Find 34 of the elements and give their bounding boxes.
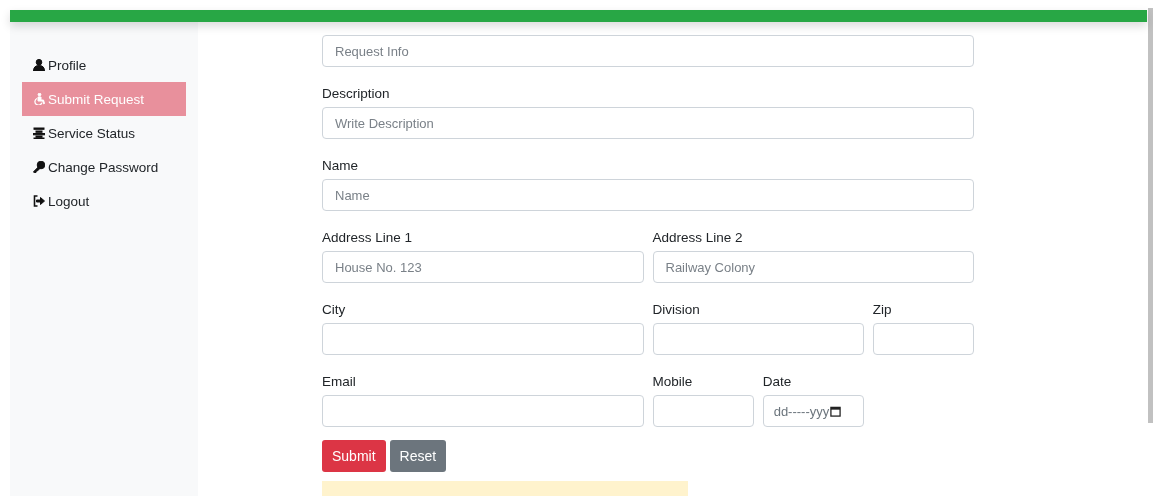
user-icon (33, 59, 45, 71)
field-label: Mobile (652, 373, 694, 391)
input-field[interactable] (872, 323, 974, 355)
field-label: Description (322, 85, 391, 103)
field-label: City (322, 301, 347, 319)
scrollbar[interactable] (1148, 8, 1153, 423)
logout-icon (33, 195, 45, 207)
input-field[interactable]: Request Info (322, 35, 974, 67)
input-field[interactable]: Railway Colony (652, 251, 974, 283)
input-field[interactable]: Name (322, 179, 974, 211)
field-label: Division (652, 301, 701, 319)
sidebar-item[interactable]: Logout (22, 184, 186, 218)
sidebar-item[interactable]: Profile (22, 48, 186, 82)
field-label: Zip (872, 301, 893, 319)
form-button[interactable]: Reset (389, 440, 447, 472)
wheelchair-icon (33, 93, 45, 105)
sidebar-item[interactable]: Service Status (22, 116, 186, 150)
field-label: Address Line 1 (322, 229, 414, 247)
form-button[interactable]: Submit (322, 440, 386, 472)
field-label: Date (762, 373, 793, 391)
date-field[interactable]: dd-----yyy (762, 395, 864, 427)
input-field[interactable]: House No. 123 (322, 251, 644, 283)
input-field[interactable] (322, 323, 644, 355)
field-label: Address Line 2 (652, 229, 744, 247)
input-field[interactable] (652, 395, 754, 427)
sidebar-item[interactable]: Change Password (22, 150, 186, 184)
key-icon (33, 161, 45, 173)
input-field[interactable] (322, 395, 644, 427)
field-label: Name (322, 157, 359, 175)
input-field[interactable]: Write Description (322, 107, 974, 139)
input-field[interactable] (652, 323, 864, 355)
field-label: Email (322, 373, 357, 391)
lines-icon (33, 127, 45, 139)
calendar-icon[interactable] (830, 405, 842, 417)
